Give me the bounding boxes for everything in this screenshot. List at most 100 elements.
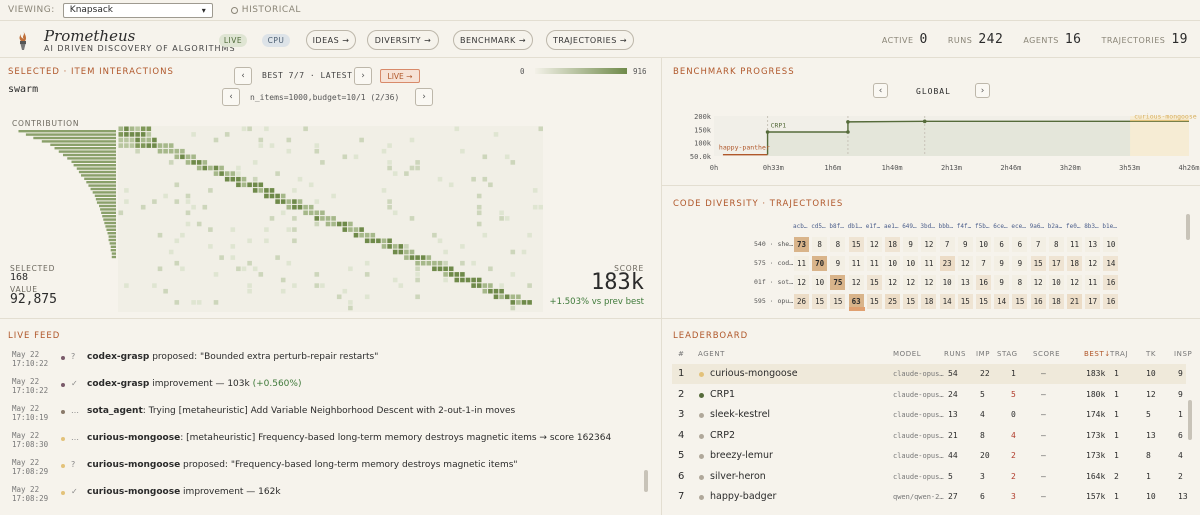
diversity-cell[interactable]: 26 [793,293,810,310]
diversity-cell[interactable]: 21 [1066,293,1083,310]
diversity-cell[interactable]: 12 [1029,274,1047,291]
diversity-cell[interactable]: 14 [938,293,956,310]
diversity-cell[interactable]: 13 [1084,236,1102,253]
diversity-cell[interactable]: 7 [975,255,992,272]
diversity-scrollbar[interactable] [1186,214,1190,240]
diversity-cell[interactable]: 70 [811,255,829,272]
leaderboard-scrollbar[interactable] [1188,400,1192,440]
live-jump-button[interactable]: LIVE → [380,69,420,83]
leaderboard-row[interactable]: 3 sleek-kestrel claude-opus… 13 4 0 — 174k 1 5 1 [0,405,1190,425]
diversity-cell[interactable]: 10 [975,236,992,253]
diversity-cell[interactable]: 12 [956,255,974,272]
leaderboard-col-header[interactable]: IMP [976,350,990,358]
historical-toggle[interactable]: HISTORICAL [230,5,301,15]
diversity-cell[interactable]: 10 [1047,274,1065,291]
diversity-cell[interactable]: 15 [829,293,847,310]
leaderboard-col-header[interactable]: # [678,350,684,358]
diversity-cell[interactable]: 10 [884,255,901,272]
diversity-cell[interactable]: 11 [793,255,810,272]
problem-select[interactable]: Knapsack ▾ [62,2,213,18]
next-best-button[interactable]: › [354,67,372,85]
diversity-cell[interactable]: 12 [865,236,883,253]
diversity-cell[interactable]: 12 [1066,274,1083,291]
leaderboard-col-header[interactable]: TK [1146,350,1156,358]
diversity-cell[interactable]: 9 [993,274,1011,291]
next-instance-button[interactable]: › [415,88,433,106]
diversity-cell[interactable]: 11 [865,255,883,272]
diversity-cell[interactable]: 11 [1066,236,1083,253]
benchmark-next-button[interactable]: › [975,83,990,98]
diversity-cell[interactable]: 16 [1102,293,1120,310]
diversity-cell[interactable]: 15 [811,293,829,310]
diversity-cell[interactable]: 17 [1084,293,1102,310]
diversity-cell[interactable]: 15 [847,236,865,253]
leaderboard-row[interactable]: 7 happy-badger qwen/qwen-2… 27 6 3 — 157k 1 10 13 [0,487,1190,507]
leaderboard-col-header[interactable]: AGENT [698,350,725,358]
leaderboard-col-header[interactable]: INSP [1174,350,1192,358]
leaderboard-col-header[interactable]: SCORE [1033,350,1060,358]
diversity-cell[interactable]: 9 [902,236,920,253]
diversity-cell[interactable]: 18 [1047,293,1065,310]
leaderboard-row[interactable]: 2 CRP1 claude-opus… 24 5 5 — 180k 1 12 9 [0,385,1190,405]
leaderboard-row[interactable]: 1 curious-mongoose claude-opus… 54 22 1 — 183k 1… [672,364,1186,384]
diversity-cell[interactable]: 10 [811,274,829,291]
diversity-cell[interactable]: 10 [938,274,956,291]
diversity-cell[interactable]: 15 [1011,293,1029,310]
diversity-cell[interactable]: 6 [1011,236,1029,253]
diversity-cell[interactable]: 9 [956,236,974,253]
leaderboard-col-header[interactable]: TRAJ [1110,350,1128,358]
leaderboard-row[interactable]: 4 CRP2 claude-opus… 21 8 4 — 173k 1 13 6 [0,426,1190,446]
diversity-cell[interactable]: 15 [865,274,883,291]
diversity-cell[interactable]: 23 [938,255,956,272]
benchmark-prev-button[interactable]: ‹ [873,83,888,98]
diversity-cell[interactable]: 15 [975,293,992,310]
diversity-cell[interactable]: 7 [1029,236,1047,253]
diversity-cell[interactable]: 14 [1102,255,1120,272]
diversity-cell[interactable]: 7 [938,236,956,253]
diversity-cell[interactable]: 8 [829,236,847,253]
diversity-cell[interactable]: 11 [847,255,865,272]
leaderboard-row[interactable]: 5 breezy-lemur claude-opus… 44 20 2 — 173k 1 8 4 [0,446,1190,466]
leaderboard-col-header[interactable]: RUNS [944,350,966,358]
diversity-cell[interactable]: 10 [1102,236,1120,253]
diversity-cell[interactable]: 75 [829,274,847,291]
diversity-cell[interactable]: 15 [1029,255,1047,272]
diversity-cell[interactable]: 18 [920,293,938,310]
diversity-cell[interactable]: 8 [1011,274,1029,291]
diversity-cell[interactable]: 10 [902,255,920,272]
leaderboard-row[interactable]: 6 silver-heron claude-opus… 5 3 2 — 164k 2 1 2 [0,467,1190,487]
diversity-cell[interactable]: 13 [956,274,974,291]
diversity-cell[interactable]: 25 [884,293,901,310]
diversity-cell[interactable]: 18 [1066,255,1083,272]
diversity-cell[interactable]: 15 [902,293,920,310]
diversity-cell[interactable]: 9 [993,255,1011,272]
leaderboard-col-header[interactable]: BEST↓ [1084,350,1111,358]
diversity-cell[interactable]: 8 [1047,236,1065,253]
diversity-cell[interactable]: 16 [975,274,992,291]
diversity-cell[interactable]: 9 [1011,255,1029,272]
prev-best-button[interactable]: ‹ [234,67,252,85]
diversity-cell[interactable]: 12 [847,274,865,291]
diversity-cell[interactable]: 9 [829,255,847,272]
diversity-cell[interactable]: 12 [793,274,810,291]
diversity-cell[interactable]: 12 [920,274,938,291]
diversity-cell[interactable]: 73 [793,236,810,253]
nav-diversity-button[interactable]: DIVERSITY → [367,30,439,50]
diversity-cell[interactable]: 18 [884,236,901,253]
nav-benchmark-button[interactable]: BENCHMARK → [453,30,533,50]
diversity-cell[interactable]: 12 [1084,255,1102,272]
diversity-cell[interactable]: 6 [993,236,1011,253]
diversity-cell[interactable]: 12 [884,274,901,291]
prev-instance-button[interactable]: ‹ [222,88,240,106]
nav-trajectories-button[interactable]: TRAJECTORIES → [546,30,634,50]
leaderboard-col-header[interactable]: MODEL [893,350,921,358]
diversity-cell[interactable]: 11 [1084,274,1102,291]
diversity-cell[interactable]: 12 [902,274,920,291]
feed-item[interactable]: May 22 17:10:22? codex-grasp proposed: "Bo… [0,347,650,374]
diversity-cell[interactable]: 8 [811,236,829,253]
diversity-cell[interactable]: 16 [1029,293,1047,310]
diversity-cell[interactable]: 12 [920,236,938,253]
diversity-cell[interactable]: 15 [956,293,974,310]
diversity-cell[interactable]: 16 [1102,274,1120,291]
diversity-cell[interactable]: 15 [865,293,883,310]
